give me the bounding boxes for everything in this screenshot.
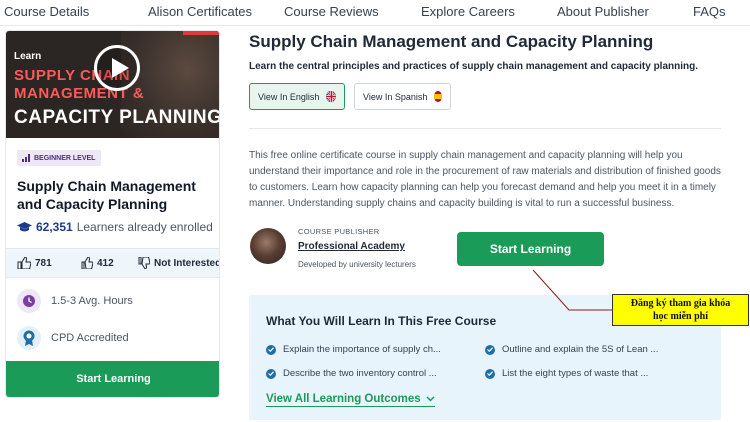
page: Course Details Alison Certificates Cours… [0,0,750,422]
annotation-line1: Đăng ký tham gia khóa [630,298,731,309]
annotation-callout: Đăng ký tham gia khóa học miễn phí [612,294,749,326]
annotation-line2: học miễn phí [652,311,708,322]
annotation-pointer-line [532,269,612,311]
